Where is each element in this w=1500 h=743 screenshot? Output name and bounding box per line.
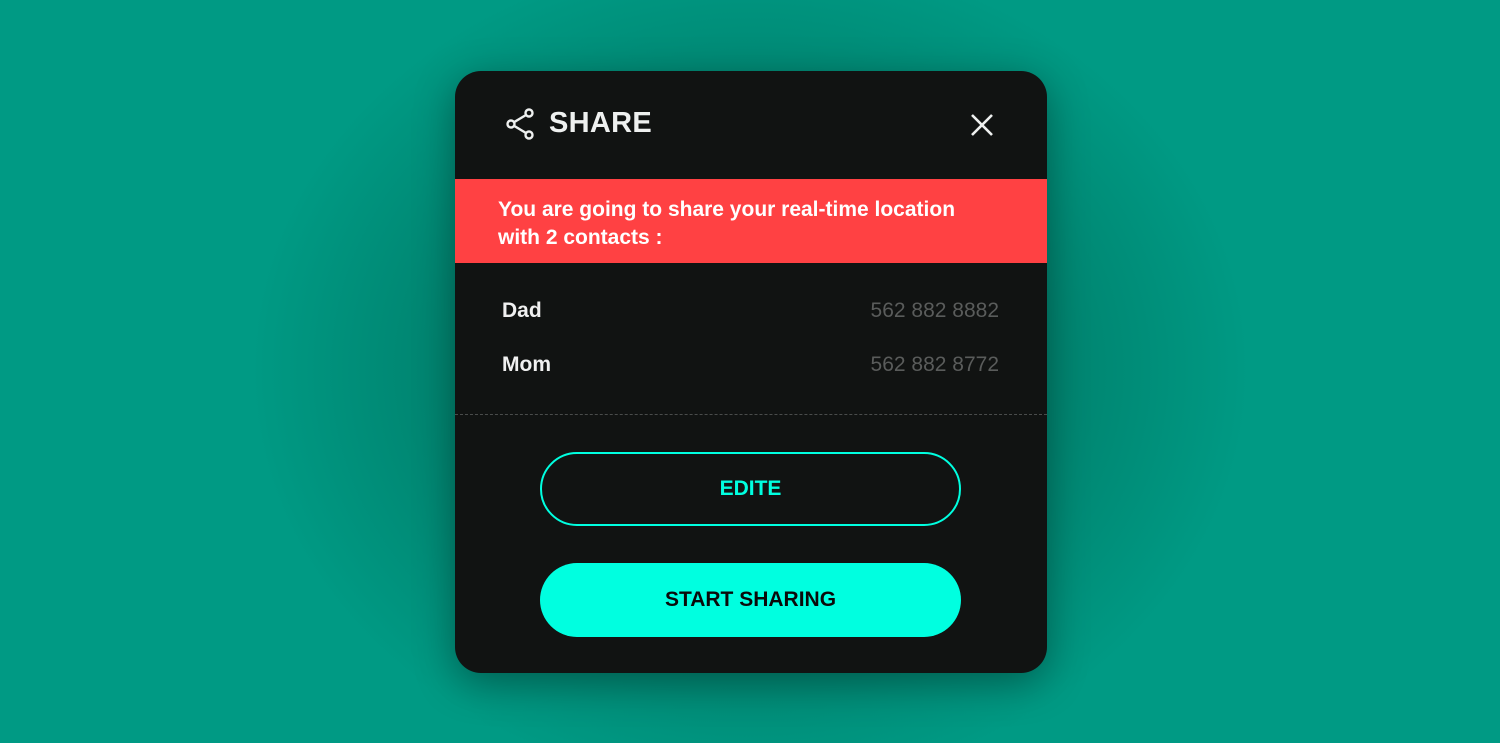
edit-button[interactable]: EDITE: [540, 452, 961, 526]
contact-name: Dad: [502, 299, 542, 322]
close-icon[interactable]: [969, 112, 995, 138]
contact-row: Mom 562 882 8772: [502, 353, 999, 377]
start-sharing-button[interactable]: START SHARING: [540, 563, 961, 637]
dialog-title: SHARE: [549, 107, 653, 139]
warning-text: You are going to share your real-time lo…: [498, 198, 956, 249]
warning-banner: You are going to share your real-time lo…: [455, 179, 1047, 263]
contact-row: Dad 562 882 8882: [502, 299, 999, 323]
share-dialog: SHARE You are going to share your real-t…: [455, 71, 1047, 673]
contact-phone: 562 882 8772: [870, 353, 999, 376]
contact-phone: 562 882 8882: [870, 299, 999, 322]
dialog-header: SHARE: [505, 107, 652, 140]
divider: [455, 414, 1047, 415]
contact-name: Mom: [502, 353, 551, 376]
share-icon: [506, 107, 534, 140]
